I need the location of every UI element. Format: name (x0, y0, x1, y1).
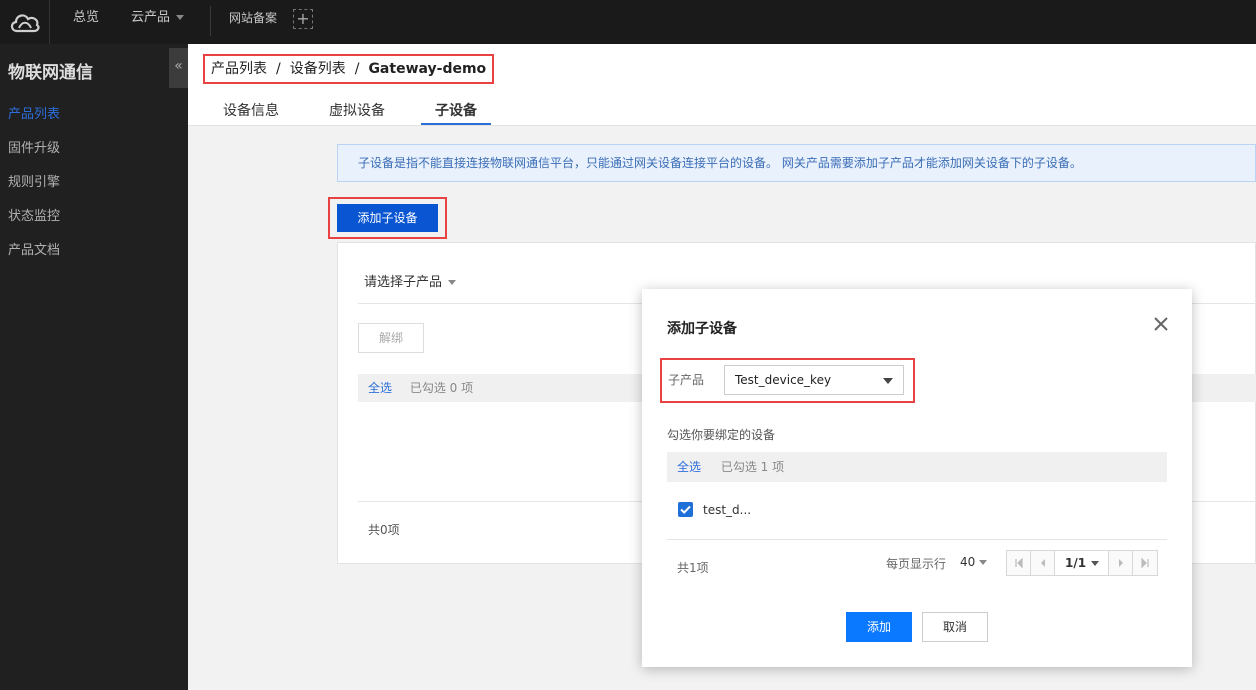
dialog-total-count: 共1项 (677, 561, 709, 575)
sidebar-item-firmware-upgrade[interactable]: 固件升级 (8, 137, 60, 156)
tab-sub-device[interactable]: 子设备 (435, 100, 477, 120)
prev-page-icon[interactable] (1031, 551, 1055, 575)
add-sub-device-button[interactable]: 添加子设备 (337, 204, 438, 232)
device-checkbox[interactable] (678, 502, 693, 517)
sub-product-label: 子产品 (668, 373, 705, 387)
device-select-hint: 勾选你要绑定的设备 (667, 428, 776, 442)
breadcrumb: 产品列表 / 设备列表 / Gateway-demo (203, 54, 495, 84)
nav-cloud-products-label: 云产品 (131, 10, 171, 25)
chevron-down-icon (883, 378, 893, 384)
chevron-down-icon (1091, 561, 1100, 566)
breadcrumb-separator: / (276, 61, 281, 77)
first-page-icon[interactable] (1007, 551, 1031, 575)
chevron-down-icon (979, 560, 988, 565)
page-header: 产品列表 / 设备列表 / Gateway-demo 设备信息 虚拟设备 子设备 (188, 44, 1256, 126)
check-icon (680, 505, 691, 514)
divider (210, 6, 211, 36)
cancel-button[interactable]: 取消 (922, 612, 988, 642)
sub-product-highlight: 子产品 Test_device_key (660, 358, 915, 403)
nav-cloud-products[interactable]: 云产品 (131, 0, 185, 44)
dialog-title: 添加子设备 (667, 321, 737, 337)
selected-count: 已勾选 0 项 (409, 381, 474, 395)
pagination: 1/1 (1006, 550, 1158, 576)
breadcrumb-current: Gateway-demo (368, 61, 487, 77)
breadcrumb-separator: / (354, 61, 360, 77)
per-page-select[interactable]: 40 (960, 555, 988, 569)
sidebar-item-status-monitor[interactable]: 状态监控 (8, 205, 60, 224)
dialog-selected-count: 已勾选 1 项 (720, 460, 785, 474)
select-all-link[interactable]: 全选 (368, 381, 392, 395)
cloud-logo-icon[interactable] (0, 0, 50, 44)
per-page-value: 40 (960, 555, 976, 569)
dialog-selection-bar: 全选 已勾选 1 项 (667, 452, 1167, 482)
sidebar-item-product-docs[interactable]: 产品文档 (8, 239, 60, 258)
chevron-down-icon (176, 15, 185, 20)
divider (667, 539, 1167, 540)
sub-product-select[interactable]: 请选择子产品 (364, 271, 457, 290)
last-page-icon[interactable] (1133, 551, 1157, 575)
confirm-add-button[interactable]: 添加 (846, 612, 912, 642)
sub-product-value: Test_device_key (735, 373, 832, 387)
page-select[interactable]: 1/1 (1055, 551, 1109, 575)
nav-overview[interactable]: 总览 (73, 0, 99, 44)
collapse-sidebar-icon[interactable]: « (169, 48, 188, 88)
top-bar: 总览 云产品 网站备案 + (0, 0, 1256, 44)
active-tab-indicator (421, 123, 491, 125)
tab-device-info[interactable]: 设备信息 (223, 100, 279, 120)
sub-product-select-label: 请选择子产品 (364, 275, 443, 290)
total-count: 共0项 (368, 523, 400, 537)
close-icon[interactable] (1150, 313, 1172, 335)
add-button-highlight: 添加子设备 (328, 197, 447, 239)
add-sub-device-dialog: 添加子设备 子产品 Test_device_key 勾选你要绑定的设备 全选 已… (642, 289, 1192, 667)
breadcrumb-product-list[interactable]: 产品列表 (211, 61, 267, 77)
page-value: 1/1 (1065, 556, 1087, 570)
unbind-button[interactable]: 解绑 (358, 323, 424, 353)
chevron-down-icon (448, 280, 457, 285)
info-notice: 子设备是指不能直接连接物联网通信平台，只能通过网关设备连接平台的设备。 网关产品… (337, 144, 1256, 182)
nav-icp-filing[interactable]: 网站备案 (229, 0, 277, 44)
breadcrumb-device-list[interactable]: 设备列表 (290, 61, 346, 77)
add-shortcut-button[interactable]: + (293, 9, 313, 29)
per-page-label: 每页显示行 (886, 557, 947, 571)
next-page-icon[interactable] (1109, 551, 1133, 575)
tab-virtual-device[interactable]: 虚拟设备 (329, 100, 385, 120)
dialog-select-all-link[interactable]: 全选 (677, 460, 701, 474)
sidebar-item-rule-engine[interactable]: 规则引擎 (8, 171, 60, 190)
sidebar-item-product-list[interactable]: 产品列表 (8, 103, 60, 122)
sidebar-title: 物联网通信 (8, 63, 93, 83)
device-name: test_d... (703, 503, 752, 517)
sidebar: 物联网通信 « 产品列表 固件升级 规则引擎 状态监控 产品文档 (0, 44, 188, 690)
sub-product-dropdown[interactable]: Test_device_key (724, 365, 904, 395)
